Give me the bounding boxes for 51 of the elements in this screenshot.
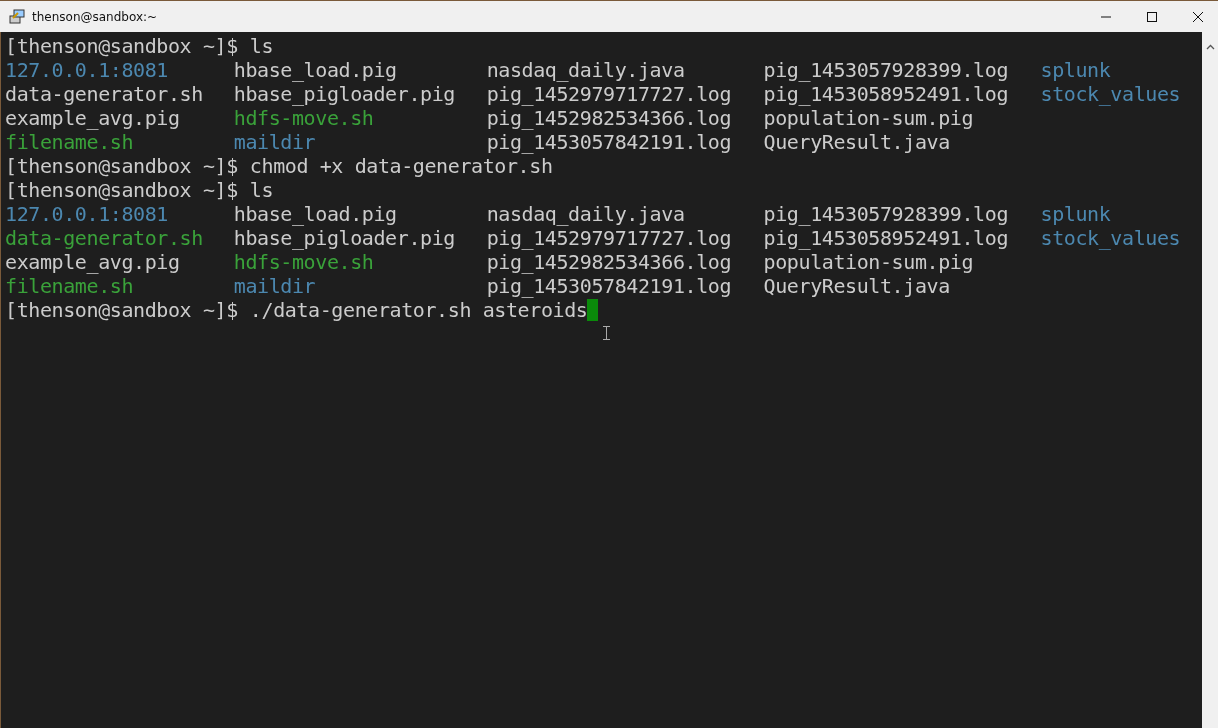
window-title: thenson@sandbox:~ — [32, 9, 158, 24]
scroll-up-icon[interactable] — [1205, 44, 1215, 50]
file-name: pig_1453057928399.log — [763, 58, 1009, 82]
prompt-text: [thenson@sandbox ~]$ — [5, 178, 238, 202]
file-name: data-generator.sh — [5, 82, 203, 106]
file-name: pig_1453057842191.log — [486, 274, 732, 298]
file-name: 127.0.0.1:8081 — [5, 58, 168, 82]
file-name: filename.sh — [5, 274, 134, 298]
file-name: pig_1453058952491.log — [763, 226, 1009, 250]
file-name: pig_1453058952491.log — [763, 82, 1009, 106]
file-name: nasdaq_daily.java — [486, 58, 685, 82]
file-name: hbase_pigloader.pig — [233, 226, 455, 250]
file-name: population-sum.pig — [763, 106, 974, 130]
file-name: maildir — [233, 130, 316, 154]
file-name: splunk — [1040, 58, 1111, 82]
file-name: example_avg.pig — [5, 106, 180, 130]
file-name: pig_1452979717727.log — [486, 226, 732, 250]
close-icon[interactable] — [1192, 10, 1204, 23]
file-name: pig_1452979717727.log — [486, 82, 732, 106]
file-name: stock_values — [1040, 82, 1181, 106]
file-name: filename.sh — [5, 130, 134, 154]
file-name: nasdaq_daily.java — [486, 202, 685, 226]
file-name: pig_1453057928399.log — [763, 202, 1009, 226]
prompt-text: [thenson@sandbox ~]$ — [5, 154, 238, 178]
file-name: pig_1452982534366.log — [486, 106, 732, 130]
scrollbar[interactable] — [1202, 32, 1218, 728]
file-name: hdfs-move.sh — [233, 250, 374, 274]
file-name: data-generator.sh — [5, 226, 203, 250]
command-text: ./data-generator.sh asteroids — [249, 298, 588, 322]
file-name: hbase_load.pig — [233, 58, 397, 82]
file-name: hbase_load.pig — [233, 202, 397, 226]
file-name: QueryResult.java — [763, 130, 950, 154]
file-name: stock_values — [1040, 226, 1181, 250]
maximize-icon[interactable] — [1146, 10, 1158, 23]
file-name: population-sum.pig — [763, 250, 974, 274]
command-text: chmod +x data-generator.sh — [249, 154, 553, 178]
file-name: maildir — [233, 274, 316, 298]
file-name: pig_1453057842191.log — [486, 130, 732, 154]
command-text: ls — [249, 34, 274, 58]
file-name: splunk — [1040, 202, 1111, 226]
command-text: ls — [249, 178, 274, 202]
file-name: 127.0.0.1:8081 — [5, 202, 168, 226]
file-name: QueryResult.java — [763, 274, 950, 298]
file-name: example_avg.pig — [5, 250, 180, 274]
file-name: hbase_pigloader.pig — [233, 82, 455, 106]
prompt-text: [thenson@sandbox ~]$ — [5, 298, 238, 322]
file-name: pig_1452982534366.log — [486, 250, 732, 274]
file-name: hdfs-move.sh — [233, 106, 374, 130]
computer-icon — [8, 7, 26, 26]
text-cursor-icon — [603, 326, 610, 340]
prompt-text: [thenson@sandbox ~]$ — [5, 34, 238, 58]
